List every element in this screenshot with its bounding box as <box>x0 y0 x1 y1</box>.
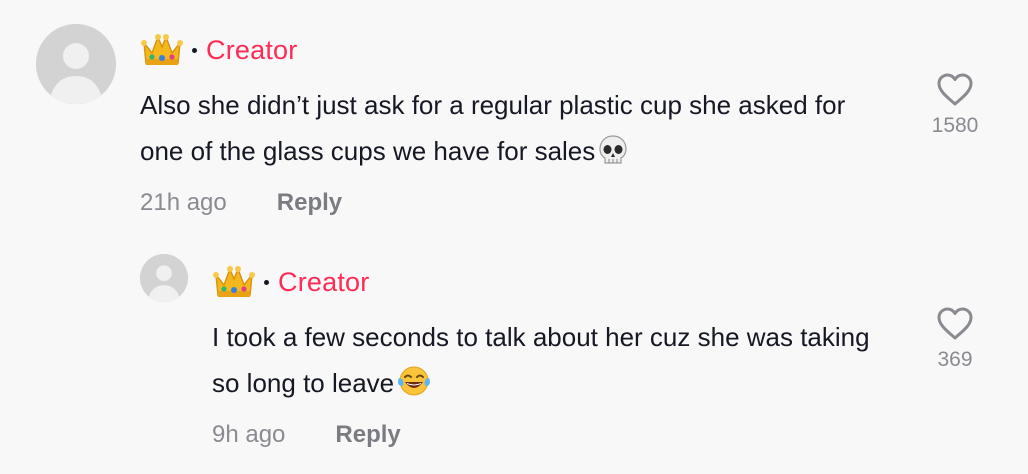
comment-meta: 21h ago Reply <box>140 186 342 220</box>
comment-thread: Creator Also she didn’t just ask for a r… <box>0 0 1028 474</box>
default-avatar-icon <box>36 24 116 104</box>
comment-meta: 9h ago Reply <box>212 418 401 452</box>
separator-dot <box>192 47 197 53</box>
heart-icon <box>937 307 973 340</box>
comment-body: Also she didn’t just ask for a regular p… <box>140 90 846 166</box>
reply-button[interactable]: Reply <box>277 189 342 217</box>
creator-badge: Creator <box>278 266 370 297</box>
reply-comment: Creator I took a few seconds to talk abo… <box>0 240 1028 474</box>
author-row[interactable]: Creator <box>212 262 369 302</box>
crown-icon <box>140 31 184 69</box>
timestamp: 21h ago <box>140 189 227 216</box>
author-row[interactable]: Creator <box>140 30 297 70</box>
like-button[interactable]: 369 <box>915 306 995 372</box>
like-button[interactable]: 1580 <box>915 72 995 138</box>
tears-of-joy-icon <box>396 364 432 398</box>
separator-dot <box>264 279 269 285</box>
creator-badge: Creator <box>206 34 298 65</box>
timestamp: 9h ago <box>212 421 286 448</box>
skull-icon <box>597 134 629 166</box>
heart-icon <box>937 73 973 106</box>
reply-button[interactable]: Reply <box>335 421 400 449</box>
avatar[interactable] <box>140 254 188 302</box>
avatar[interactable] <box>36 24 116 104</box>
comment-text: Also she didn’t just ask for a regular p… <box>140 82 880 174</box>
comment-body: I took a few seconds to talk about her c… <box>212 322 870 398</box>
comment: Creator Also she didn’t just ask for a r… <box>0 0 1028 240</box>
default-avatar-icon <box>140 254 188 302</box>
like-count: 1580 <box>931 114 979 137</box>
like-count: 369 <box>937 348 973 371</box>
comment-text: I took a few seconds to talk about her c… <box>212 314 882 406</box>
crown-icon <box>212 263 256 301</box>
